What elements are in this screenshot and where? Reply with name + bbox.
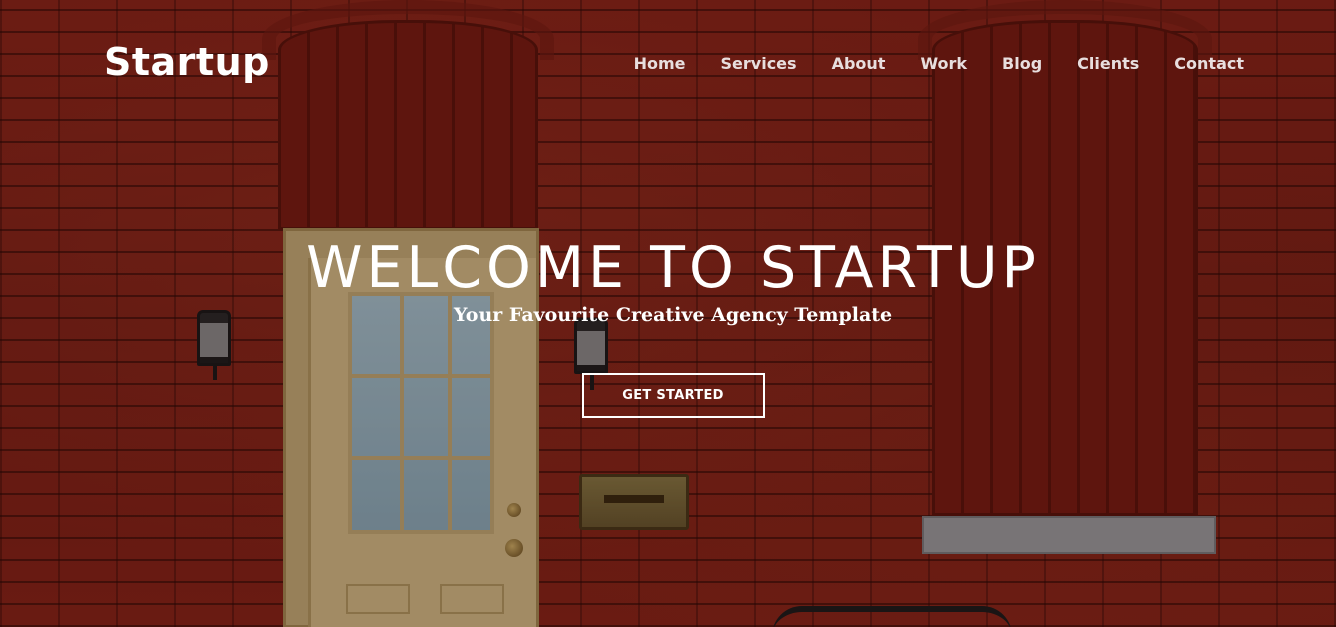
hero-title: WELCOME TO STARTUP	[306, 235, 1040, 301]
nav-clients[interactable]: Clients	[1077, 54, 1139, 73]
nav-blog[interactable]: Blog	[1002, 54, 1042, 73]
nav-about[interactable]: About	[832, 54, 886, 73]
nav-contact[interactable]: Contact	[1174, 54, 1244, 73]
hero-section: Startup Home Services About Work Blog Cl…	[0, 0, 1336, 627]
nav-home[interactable]: Home	[634, 54, 686, 73]
hero-content: WELCOME TO STARTUP Your Favourite Creati…	[0, 236, 1336, 418]
hero-subtitle: Your Favourite Creative Agency Template	[453, 304, 893, 326]
get-started-button[interactable]: GET STARTED	[581, 373, 765, 418]
main-nav: Home Services About Work Blog Clients Co…	[634, 54, 1244, 73]
site-logo[interactable]: Startup	[104, 40, 270, 84]
nav-work[interactable]: Work	[920, 54, 967, 73]
nav-services[interactable]: Services	[721, 54, 797, 73]
